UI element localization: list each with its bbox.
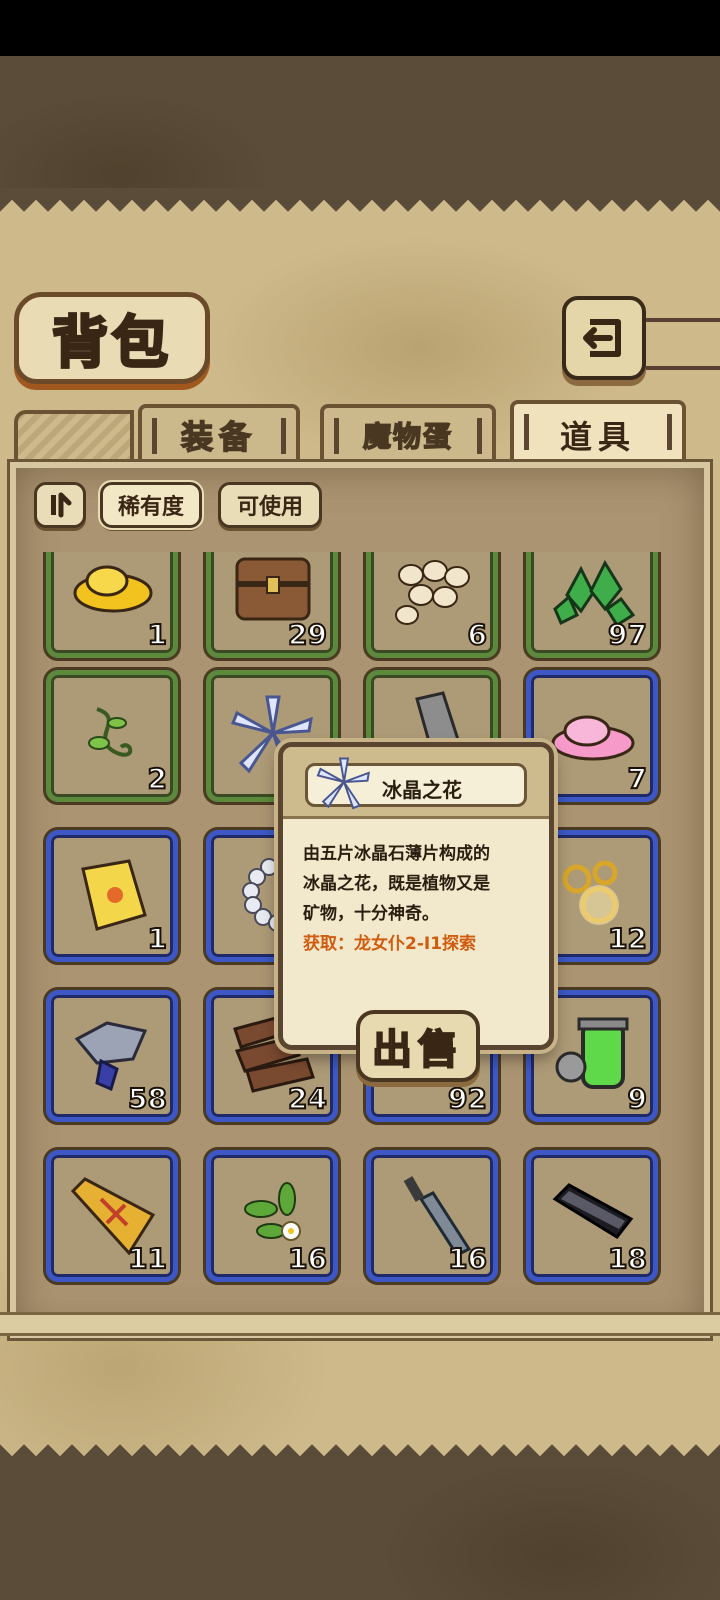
- item-quantity: 1: [146, 921, 168, 956]
- back-button[interactable]: [562, 296, 646, 380]
- parchment-bottom-edge: [0, 1444, 720, 1468]
- tooltip-description: 由五片冰晶石薄片构成的 冰晶之花，既是植物又是 矿物，十分神奇。 获取：龙女仆2…: [303, 839, 535, 959]
- back-arrow-icon: [583, 319, 621, 357]
- item-slot[interactable]: 29: [206, 552, 338, 658]
- item-quantity: 11: [127, 1241, 168, 1276]
- item-quantity: 24: [287, 1081, 328, 1116]
- item-slot[interactable]: 18: [526, 1150, 658, 1282]
- back-rail: [640, 318, 720, 370]
- tab-bar-right: [281, 418, 286, 454]
- item-quantity: 1: [146, 617, 168, 652]
- status-bar: [0, 0, 720, 56]
- tab-label: 道具: [559, 418, 636, 456]
- item-slot[interactable]: 16: [206, 1150, 338, 1282]
- item-quantity: 16: [447, 1241, 488, 1276]
- tab-bar-right: [477, 418, 482, 454]
- item-quantity: 9: [626, 1081, 648, 1116]
- filter-usable-button[interactable]: 可使用: [218, 482, 322, 528]
- ice-crystal-flower-icon: [316, 757, 371, 810]
- item-slot[interactable]: 1: [46, 552, 178, 658]
- tab-bar-left: [152, 418, 157, 454]
- page-title: 背包: [51, 309, 172, 377]
- tooltip-header: 冰晶之花: [283, 747, 549, 819]
- item-slot[interactable]: 97: [526, 552, 658, 658]
- tooltip-name-box: 冰晶之花: [305, 757, 527, 810]
- item-quantity: 16: [287, 1241, 328, 1276]
- tab-label: 装备: [180, 417, 257, 457]
- item-quantity: 2: [146, 761, 168, 796]
- tab-bar-right: [667, 414, 672, 450]
- tab-monster-eggs[interactable]: 魔物蛋: [320, 404, 496, 462]
- tooltip-description-line: 矿物，十分神奇。: [303, 904, 439, 924]
- pink-slime-icon: [551, 715, 635, 761]
- item-quantity: 12: [607, 921, 648, 956]
- panel-bottom-rail: [0, 1312, 720, 1336]
- item-quantity: 97: [607, 617, 648, 652]
- sell-button[interactable]: 出售: [356, 1010, 480, 1082]
- tab-label: 魔物蛋: [362, 419, 453, 454]
- sell-label: 出售: [371, 1026, 464, 1074]
- vine-icon: [88, 707, 133, 757]
- item-slot[interactable]: 2: [46, 670, 178, 802]
- item-quantity: 29: [287, 617, 328, 652]
- title-plate: 背包: [14, 292, 210, 384]
- tab-bar-decoration: [14, 410, 134, 464]
- item-quantity: 58: [127, 1081, 168, 1116]
- tooltip-source: 获取：龙女仆2-I1探索: [303, 934, 477, 954]
- tab-bar-left: [334, 418, 339, 454]
- filter-rarity-button[interactable]: 稀有度: [98, 480, 204, 530]
- item-slot[interactable]: 11: [46, 1150, 178, 1282]
- sort-toggle-icon: [51, 492, 72, 518]
- tab-bar-left: [524, 414, 529, 450]
- item-slot[interactable]: 6: [366, 552, 498, 658]
- item-slot[interactable]: 1: [46, 830, 178, 962]
- filter-rarity-label: 稀有度: [117, 495, 184, 520]
- item-tooltip: 冰晶之花 由五片冰晶石薄片构成的 冰晶之花，既是植物又是 矿物，十分神奇。 获取…: [278, 742, 554, 1050]
- item-quantity: 92: [447, 1081, 488, 1116]
- green-potion-jar-icon: [555, 1017, 629, 1089]
- eggs-pile-icon: [395, 560, 470, 625]
- tooltip-item-name: 冰晶之花: [382, 778, 462, 802]
- tab-equipment[interactable]: 装备: [138, 404, 300, 462]
- golden-scroll-icon: [81, 859, 147, 931]
- gold-slime-icon: [73, 565, 153, 613]
- tooltip-description-line: 由五片冰晶石薄片构成的: [303, 844, 490, 864]
- item-quantity: 18: [607, 1241, 648, 1276]
- item-slot[interactable]: 16: [366, 1150, 498, 1282]
- item-quantity: 6: [466, 617, 488, 652]
- tab-items[interactable]: 道具: [510, 400, 686, 466]
- sort-toggle-button[interactable]: [34, 482, 86, 528]
- filter-usable-label: 可使用: [236, 495, 303, 520]
- item-slot[interactable]: 58: [46, 990, 178, 1122]
- item-quantity: 7: [626, 761, 648, 796]
- parchment-top-edge: [0, 188, 720, 212]
- tooltip-description-line: 冰晶之花，既是植物又是: [303, 874, 490, 894]
